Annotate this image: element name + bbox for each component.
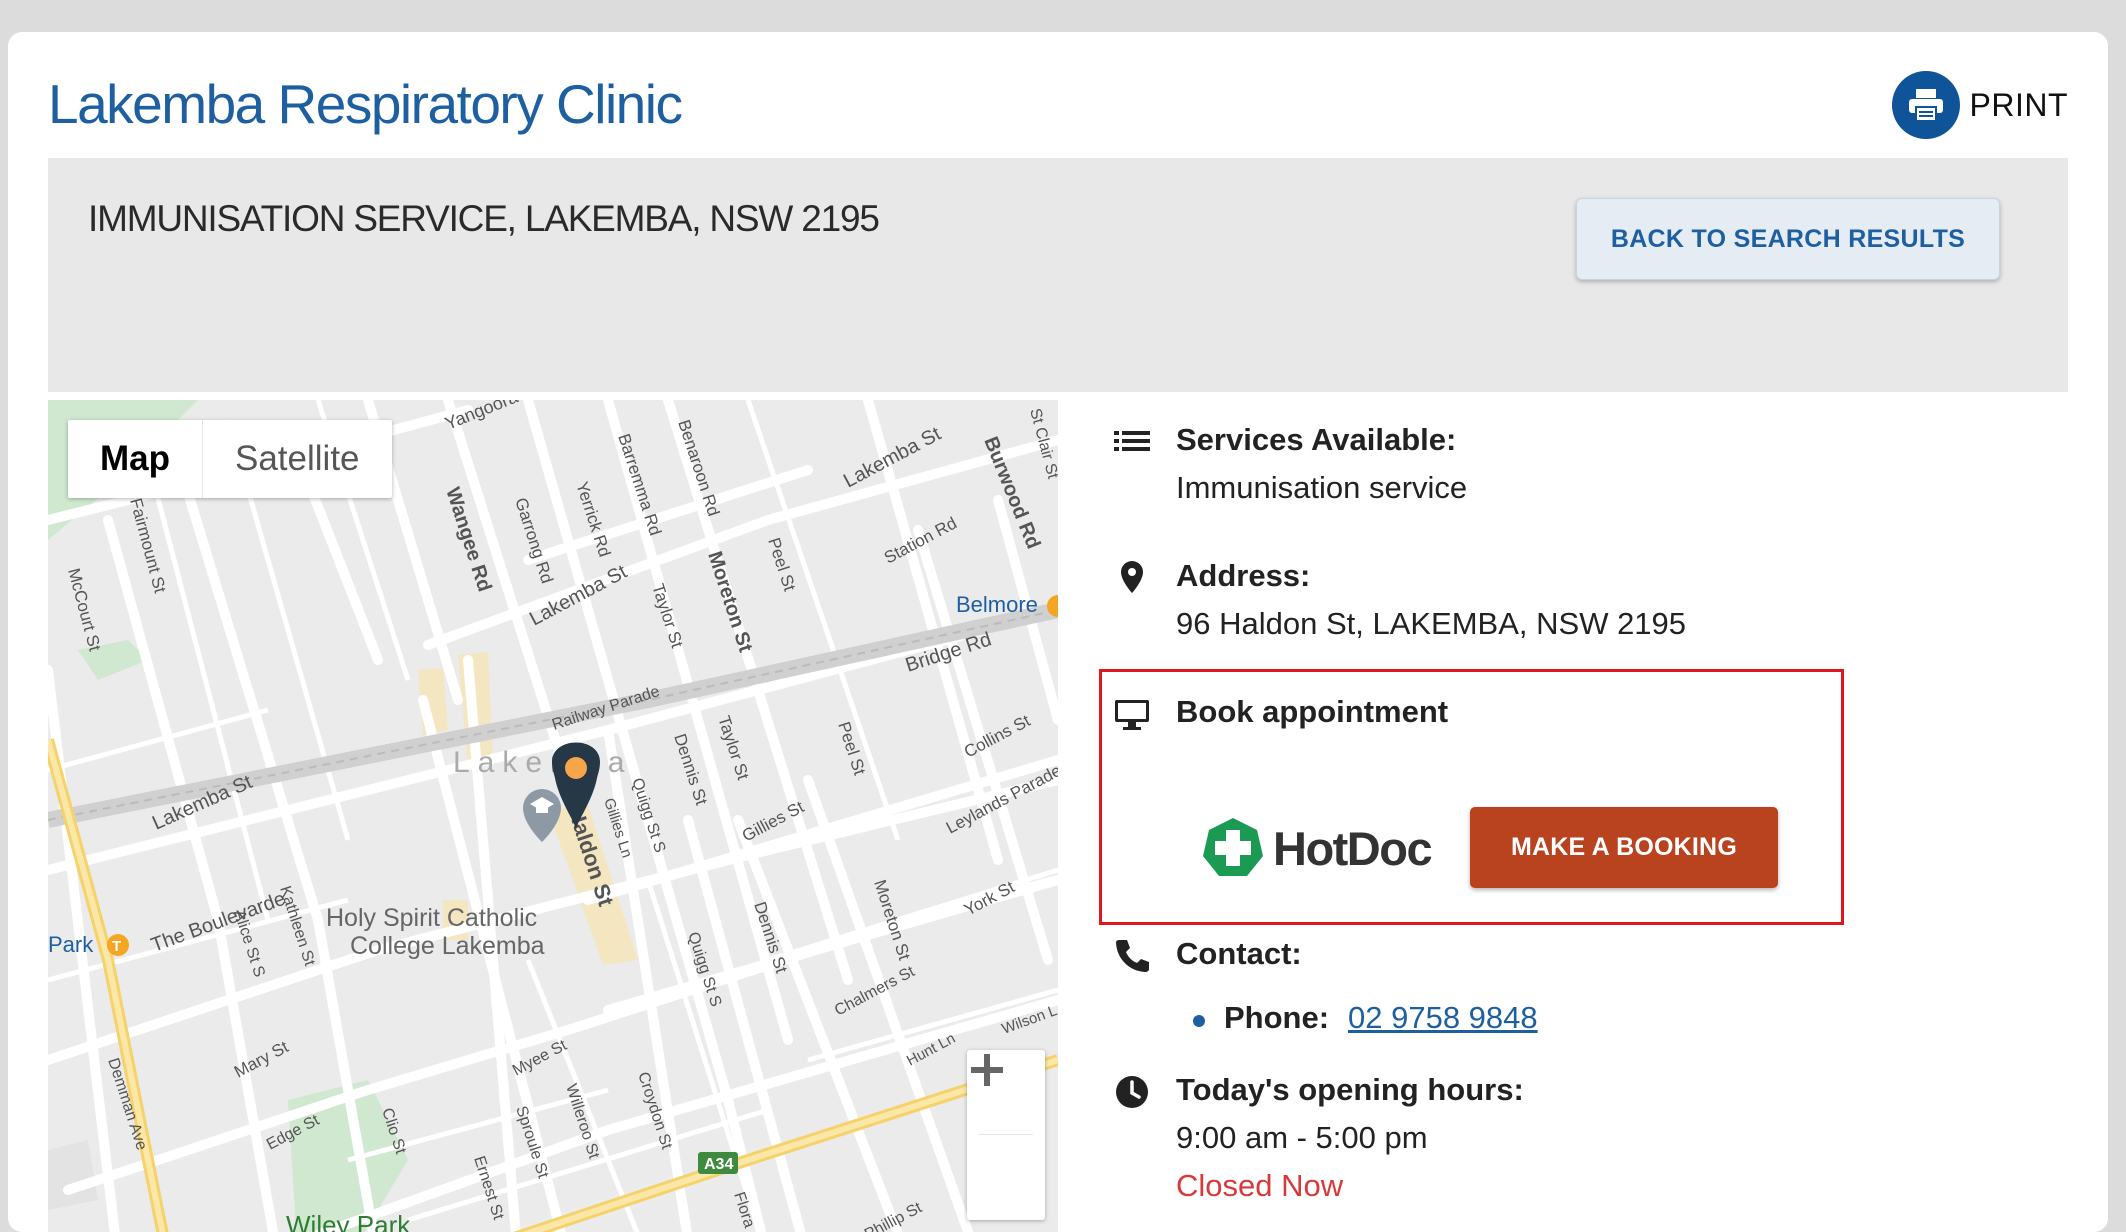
transit-icon-park: T — [107, 934, 129, 956]
hotdoc-cross-icon — [1203, 818, 1263, 876]
location-map[interactable]: Yangoora Lakemba St Burwood Rd St Clair … — [48, 400, 1058, 1232]
phone-icon — [1116, 940, 1149, 972]
service-banner: IMMUNISATION SERVICE, LAKEMBA, NSW 2195 … — [48, 158, 2068, 392]
hours-value: 9:00 am - 5:00 pm — [1176, 1120, 1428, 1155]
print-button[interactable]: PRINT — [1891, 71, 2069, 139]
hours-label: Today's opening hours: — [1176, 1072, 1524, 1107]
address-value: 96 Haldon St, LAKEMBA, NSW 2195 — [1176, 606, 1687, 641]
map-label: College Lakemba — [350, 932, 545, 960]
printer-icon[interactable] — [1891, 71, 1960, 139]
services-value: Immunisation service — [1176, 470, 1468, 505]
contact-label: Contact: — [1176, 936, 1302, 971]
map-label: Wiley Park — [286, 1210, 411, 1232]
zoom-controls[interactable] — [967, 1050, 1045, 1220]
map-canvas[interactable]: Yangoora Lakemba St Burwood Rd St Clair … — [48, 400, 1058, 1232]
print-label[interactable]: PRINT — [1970, 87, 2069, 124]
make-booking-button[interactable]: MAKE A BOOKING — [1470, 807, 1778, 888]
status-closed: Closed Now — [1176, 1168, 1344, 1203]
address-label: Address: — [1176, 558, 1311, 593]
map-label: A34 — [704, 1156, 733, 1173]
map-type-toggle[interactable]: Map Satellite — [68, 420, 392, 498]
map-pin-icon — [1121, 561, 1143, 593]
hotdoc-logo: HotDoc — [1201, 816, 1433, 880]
clinic-card: Lakemba Respiratory Clinic PRINT IMMUNIS… — [8, 32, 2108, 1232]
minus-icon[interactable] — [967, 1050, 1007, 1090]
page-title: Lakemba Respiratory Clinic — [48, 73, 683, 135]
bullet-dot — [1193, 1015, 1205, 1027]
svg-text:T: T — [112, 938, 121, 955]
satellite-tab[interactable]: Satellite — [202, 420, 392, 498]
map-label: Holy Spirit Catholic — [326, 904, 537, 932]
phone-label: Phone: — [1224, 1000, 1330, 1035]
service-subtitle: IMMUNISATION SERVICE, LAKEMBA, NSW 2195 — [88, 198, 880, 239]
map-label: Belmore — [956, 592, 1038, 617]
map-label: Park — [48, 932, 94, 957]
hotdoc-name: HotDoc — [1273, 821, 1433, 875]
services-label: Services Available: — [1176, 422, 1457, 457]
list-icon — [1114, 431, 1150, 451]
zoom-out-button[interactable] — [967, 1067, 1045, 1219]
map-label: Lakemba — [453, 746, 632, 779]
phone-number-link[interactable]: 02 9758 9848 — [1348, 1000, 1538, 1036]
clock-icon — [1116, 1076, 1148, 1108]
back-to-search-button[interactable]: BACK TO SEARCH RESULTS — [1576, 198, 2000, 280]
map-tab[interactable]: Map — [68, 420, 202, 498]
